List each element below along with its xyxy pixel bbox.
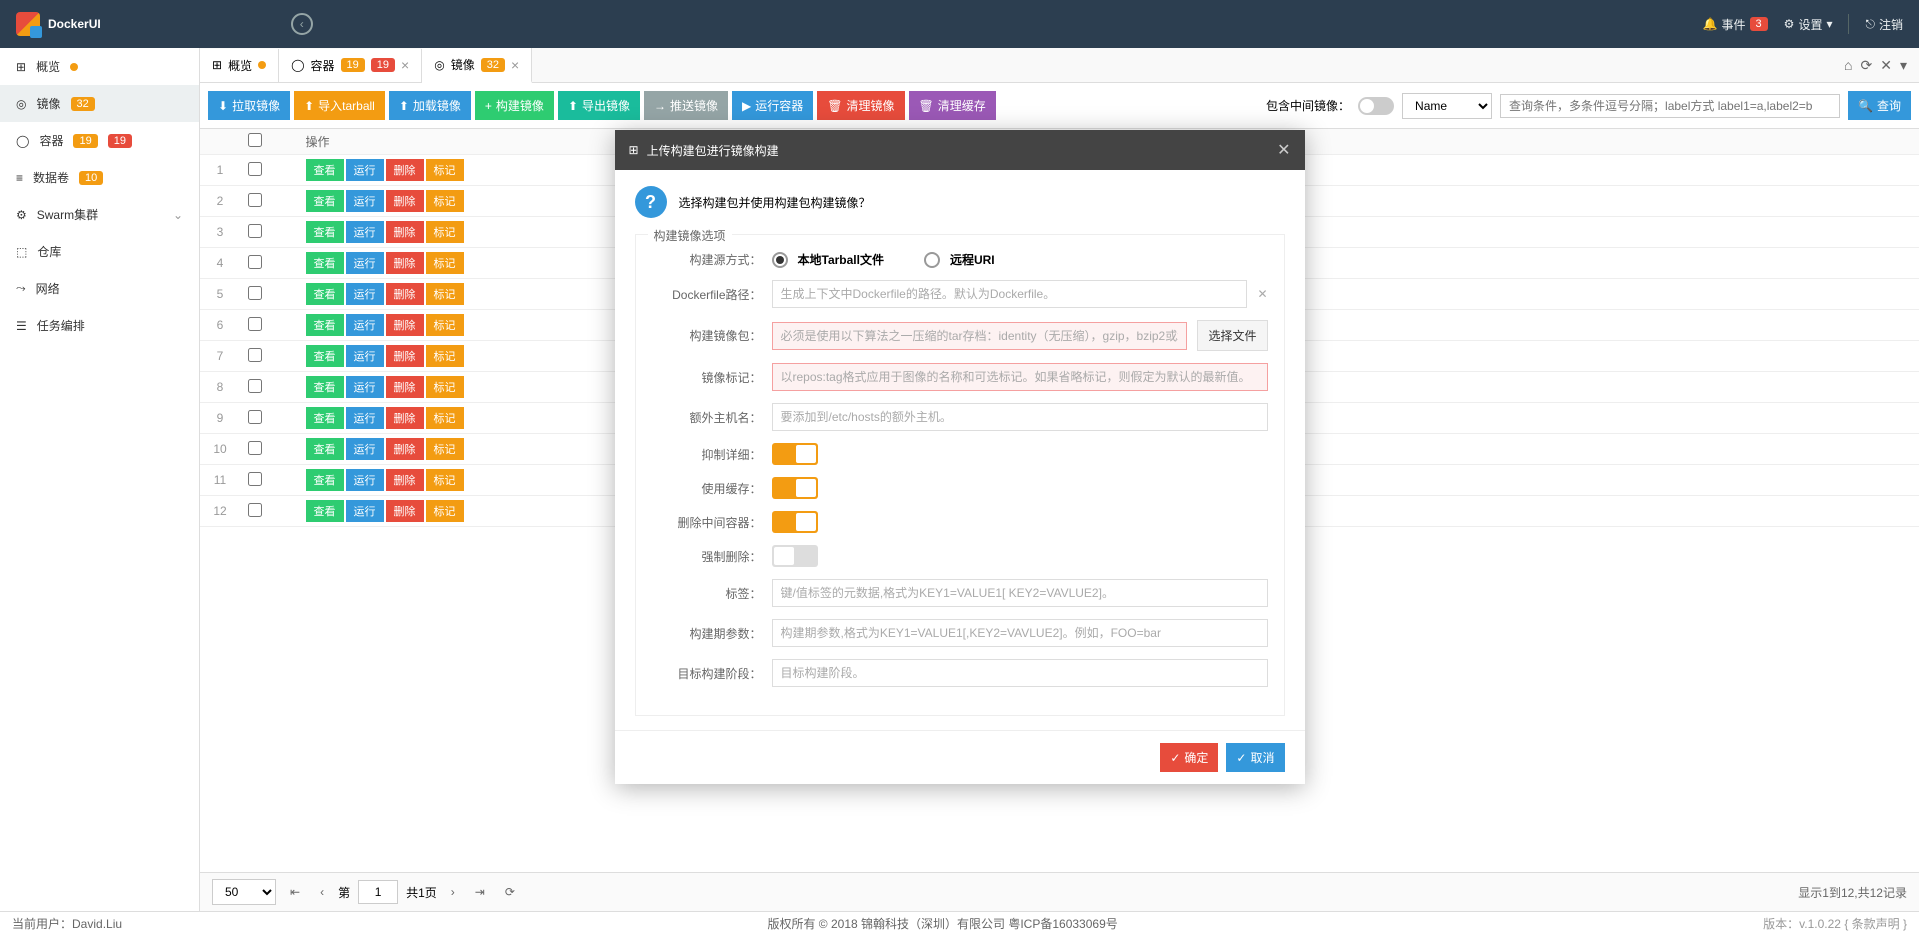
modal-footer: ✓ 确定 ✓ 取消 [615,730,1305,784]
suppress-switch[interactable] [772,443,818,465]
build-image-modal: ⊞ 上传构建包进行镜像构建 ✕ ? 选择构建包并使用构建包构建镜像？ 构建镜像选… [615,130,1305,784]
source-row: 构建源方式： 本地Tarball文件 远程URI [652,251,1268,268]
modal-header: ⊞ 上传构建包进行镜像构建 ✕ [615,130,1305,170]
question-icon: ? [635,186,667,218]
dockerfile-row: Dockerfile路径： ✕ [652,280,1268,308]
rm-row: 删除中间容器： [652,511,1268,533]
suppress-label: 抑制详细： [652,446,762,463]
target-row: 目标构建阶段： [652,659,1268,687]
args-label: 构建期参数： [652,625,762,642]
rm-label: 删除中间容器： [652,514,762,531]
source-remote-label: 远程URI [950,251,995,268]
tag-input[interactable] [772,363,1268,391]
package-row: 构建镜像包： 选择文件 [652,320,1268,351]
windows-icon: ⊞ [629,143,639,157]
modal-overlay: ⊞ 上传构建包进行镜像构建 ✕ ? 选择构建包并使用构建包构建镜像？ 构建镜像选… [0,0,1919,935]
cancel-button[interactable]: ✓ 取消 [1226,743,1284,772]
cache-label: 使用缓存： [652,480,762,497]
modal-body: ? 选择构建包并使用构建包构建镜像？ 构建镜像选项 构建源方式： 本地Tarba… [615,170,1305,730]
force-label: 强制删除： [652,548,762,565]
package-input[interactable] [772,322,1188,350]
check-icon: ✓ [1236,751,1246,765]
package-label: 构建镜像包： [652,327,762,344]
build-options-fieldset: 构建镜像选项 构建源方式： 本地Tarball文件 远程URI Dockerfi… [635,234,1285,716]
fieldset-legend: 构建镜像选项 [648,227,732,244]
ok-button[interactable]: ✓ 确定 [1160,743,1218,772]
modal-close-button[interactable]: ✕ [1277,140,1290,160]
cache-switch[interactable] [772,477,818,499]
dockerfile-label: Dockerfile路径： [652,286,762,303]
target-input[interactable] [772,659,1268,687]
suppress-row: 抑制详细： [652,443,1268,465]
host-input[interactable] [772,403,1268,431]
source-label: 构建源方式： [652,251,762,268]
modal-title: 上传构建包进行镜像构建 [647,142,779,159]
target-label: 目标构建阶段： [652,665,762,682]
tag-row: 镜像标记： [652,363,1268,391]
clear-icon[interactable]: ✕ [1257,287,1267,301]
dockerfile-input[interactable] [772,280,1248,308]
args-input[interactable] [772,619,1268,647]
source-local-radio[interactable] [772,252,788,268]
labels-label: 标签： [652,585,762,602]
rm-switch[interactable] [772,511,818,533]
cache-row: 使用缓存： [652,477,1268,499]
host-label: 额外主机名： [652,409,762,426]
source-remote-radio[interactable] [924,252,940,268]
force-row: 强制删除： [652,545,1268,567]
modal-question-text: 选择构建包并使用构建包构建镜像？ [679,194,871,211]
tag-label: 镜像标记： [652,369,762,386]
source-local-label: 本地Tarball文件 [798,251,884,268]
choose-file-button[interactable]: 选择文件 [1197,320,1267,351]
force-switch[interactable] [772,545,818,567]
check-icon: ✓ [1170,751,1180,765]
host-row: 额外主机名： [652,403,1268,431]
modal-question: ? 选择构建包并使用构建包构建镜像？ [635,186,1285,218]
labels-input[interactable] [772,579,1268,607]
labels-row: 标签： [652,579,1268,607]
args-row: 构建期参数： [652,619,1268,647]
